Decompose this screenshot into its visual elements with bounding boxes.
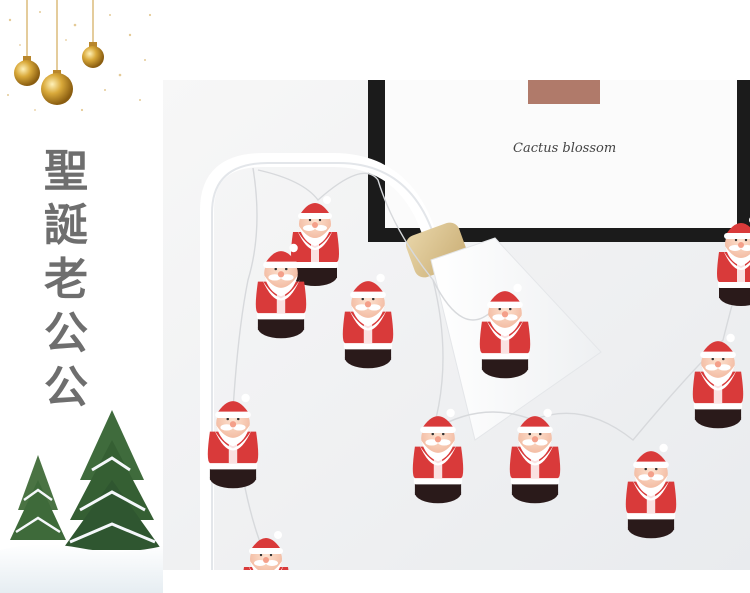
ornament-right [82, 42, 104, 68]
poster-text: Cactus blossom [513, 141, 616, 156]
tree-large [62, 410, 162, 550]
product-photo: Cactus blossom [163, 80, 750, 570]
title-char: 誕 [44, 200, 88, 251]
title-char: 老 [44, 254, 88, 305]
snowy-trees-decoration [0, 410, 163, 593]
vertical-title: 聖 誕 老 公 公 [36, 145, 96, 415]
ornament-left [14, 56, 40, 86]
snow-ground [0, 544, 163, 593]
title-char: 聖 [44, 146, 88, 197]
title-char: 公 [44, 308, 88, 359]
gold-ornaments-decoration [7, 0, 152, 112]
tree-small [10, 455, 66, 540]
ornament-middle [41, 70, 73, 105]
santa-string-lights-photo: Cactus blossom [163, 80, 750, 570]
left-decor-panel: 聖 誕 老 公 公 [0, 0, 163, 593]
